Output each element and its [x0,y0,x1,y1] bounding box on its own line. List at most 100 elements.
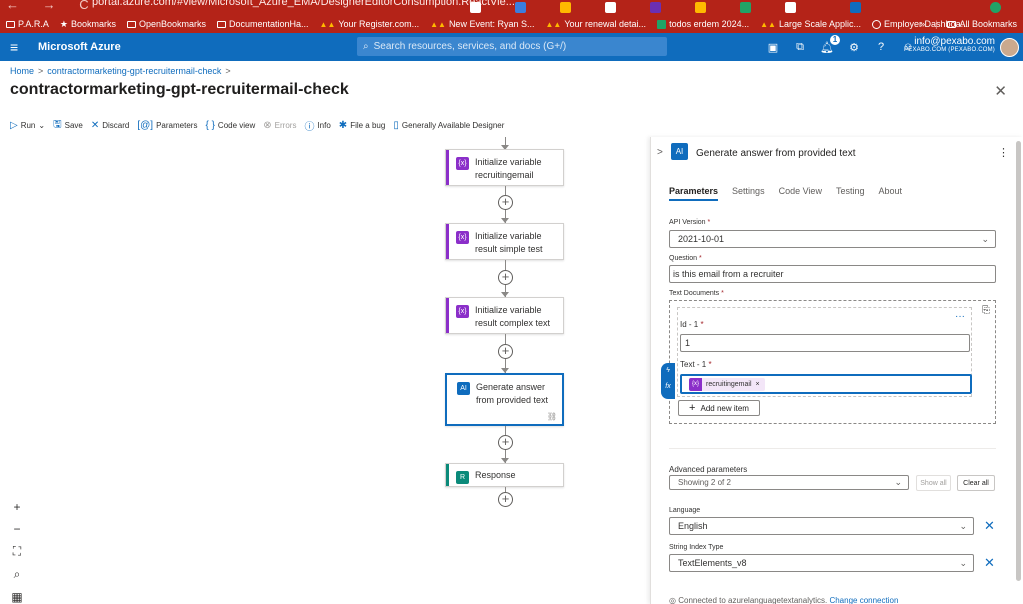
bookmark-register[interactable]: ▲▲ Your Register.com... [320,19,420,29]
globe-icon [872,19,882,29]
workflow-step-init-result-complex[interactable]: {x} Initialize variable result complex t… [445,297,564,334]
panel-title[interactable]: Generate answer from provided text [696,148,856,159]
extension-icon[interactable] [470,2,481,13]
zoom-out-icon[interactable]: − [10,522,24,536]
text-documents-label: Text Documents * [669,290,724,297]
bookmark-new-event[interactable]: ▲▲ New Event: Ryan S... [430,19,534,29]
remove-string-index-icon[interactable]: ✕ [984,555,995,571]
breadcrumb-current[interactable]: contractormarketing-gpt-recruitermail-ch… [47,66,221,76]
language-select[interactable]: English ⌄ [669,517,974,535]
question-field[interactable]: is this email from a recruiter [669,265,996,283]
directory-filter-icon[interactable]: ⧉ [793,41,807,54]
extension-icon[interactable] [560,2,571,13]
browser-url[interactable]: portal.azure.com/#view/Microsoft_Azure_E… [92,0,515,8]
dynamic-content-token[interactable]: {x} recruitingemail × [689,378,765,391]
add-step-button[interactable]: + [498,492,513,507]
notifications-icon[interactable]: 🔔︎ 1 [820,34,840,54]
avatar[interactable] [1000,38,1019,57]
extension-icon[interactable] [740,2,751,13]
chevron-down-icon: ⌄ [981,234,989,244]
expression-editor-toggle[interactable]: ϟ fx [661,363,675,399]
browser-nav-arrows[interactable]: ← → C [6,0,99,12]
workflow-step-init-result-simple[interactable]: {x} Initialize variable result simple te… [445,223,564,260]
chevron-right-icon[interactable]: > [657,147,663,158]
designer-canvas[interactable]: {x} Initialize variable recruitingemail … [0,137,650,604]
search-icon[interactable]: ⌕ [10,567,24,582]
page-title: contractormarketing-gpt-recruitermail-ch… [10,81,349,98]
bookmark-para[interactable]: P.A.R.A [6,19,49,29]
id-field[interactable]: 1 [680,334,970,352]
workflow-step-init-recruitingemail[interactable]: {x} Initialize variable recruitingemail [445,149,564,186]
bookmark-openbookmarks[interactable]: OpenBookmarks [126,19,206,29]
tab-settings[interactable]: Settings [732,186,765,196]
code-view-button[interactable]: { } Code view [205,120,255,131]
divider [669,448,996,449]
more-options-icon[interactable]: ⋮ [998,146,1009,159]
parameters-button[interactable]: [@] Parameters [137,120,197,131]
title-more-button[interactable]: ··· [315,84,325,95]
extension-icon[interactable] [650,2,661,13]
remove-language-icon[interactable]: ✕ [984,518,995,534]
more-options-icon[interactable]: ··· [955,311,965,322]
bookmark-large-scale[interactable]: ▲▲ Large Scale Applic... [760,19,861,29]
bookmark-bookmarks[interactable]: ★ Bookmarks [60,19,116,30]
bookmark-renewal[interactable]: ▲▲ Your renewal detai... [545,19,646,29]
azure-brand[interactable]: Microsoft Azure [38,41,121,53]
bookmark-todos[interactable]: todos erdem 2024... [657,19,749,29]
browser-tabstrip: ← → C portal.azure.com/#view/Microsoft_A… [0,0,1023,15]
add-step-button[interactable]: + [498,435,513,450]
workflow-step-generate-answer[interactable]: AI Generate answer from provided text ⛓ [445,373,564,426]
clear-all-button[interactable]: Clear all [957,475,995,491]
fit-view-icon[interactable]: ⛶ [10,544,24,559]
zoom-in-icon[interactable]: + [10,500,24,514]
minimap-icon[interactable]: ▦ [10,590,24,604]
breadcrumb-home[interactable]: Home [10,66,34,76]
discard-button[interactable]: ✕ Discard [91,120,130,131]
errors-button[interactable]: ⊗ Errors [263,120,296,131]
string-index-type-select[interactable]: TextElements_v8 ⌄ [669,554,974,572]
remove-token-icon[interactable]: × [756,381,760,388]
bookmark-documentation[interactable]: DocumentationHa... [216,19,309,29]
advanced-parameters-select[interactable]: Showing 2 of 2 ⌄ [669,475,909,490]
workflow-step-response[interactable]: R Response [445,463,564,487]
account-info[interactable]: info@pexabo.com PEXABO.COM (PEXABO.COM) [904,36,995,53]
file-bug-button[interactable]: ✱ File a bug [339,120,386,131]
tab-code-view[interactable]: Code View [779,186,822,196]
account-tenant: PEXABO.COM (PEXABO.COM) [904,47,995,53]
copy-icon[interactable]: ⎘ [982,305,990,316]
add-step-button[interactable]: + [498,344,513,359]
info-button[interactable]: ⓘ Info [304,118,330,133]
extension-icon[interactable] [605,2,616,13]
all-bookmarks-button[interactable]: All Bookmarks [947,19,1017,29]
extension-icon[interactable] [695,2,706,13]
add-new-item-button[interactable]: + Add new item [678,400,760,416]
text-field[interactable]: {x} recruitingemail × [680,374,972,394]
tab-about[interactable]: About [878,186,902,196]
bookmarks-overflow-button[interactable]: » [920,19,925,29]
api-version-select[interactable]: 2021-10-01 ⌄ [669,230,996,248]
lightning-icon: ϟ [666,367,670,374]
add-step-button[interactable]: + [498,195,513,210]
run-button[interactable]: ▷ Run ⌄ [10,120,45,131]
save-button[interactable]: 🖫︎ Save [53,117,83,134]
add-step-button[interactable]: + [498,270,513,285]
help-icon[interactable]: ? [874,41,888,53]
hamburger-menu-icon[interactable]: ≡ [10,39,28,55]
folder-icon [947,20,957,28]
close-icon[interactable]: ✕ [994,82,1007,100]
settings-gear-icon[interactable]: ⚙ [847,41,861,54]
profile-icon[interactable] [990,2,1001,13]
cloud-shell-icon[interactable]: ▣ [766,41,780,54]
panel-scrollbar[interactable] [1016,141,1021,581]
show-all-button[interactable]: Show all [916,475,951,491]
tab-parameters[interactable]: Parameters [669,186,719,201]
extension-icon[interactable] [785,2,796,13]
change-connection-link[interactable]: Change connection [829,596,898,604]
extension-icon[interactable] [515,2,526,13]
search-input[interactable]: ⌕ Search resources, services, and docs (… [357,37,667,56]
response-icon: R [456,471,469,484]
extension-icon[interactable] [850,2,861,13]
tab-testing[interactable]: Testing [836,186,865,196]
breadcrumb: Home > contractormarketing-gpt-recruiter… [10,66,231,76]
ga-designer-button[interactable]: ▯ Generally Available Designer [393,120,504,131]
